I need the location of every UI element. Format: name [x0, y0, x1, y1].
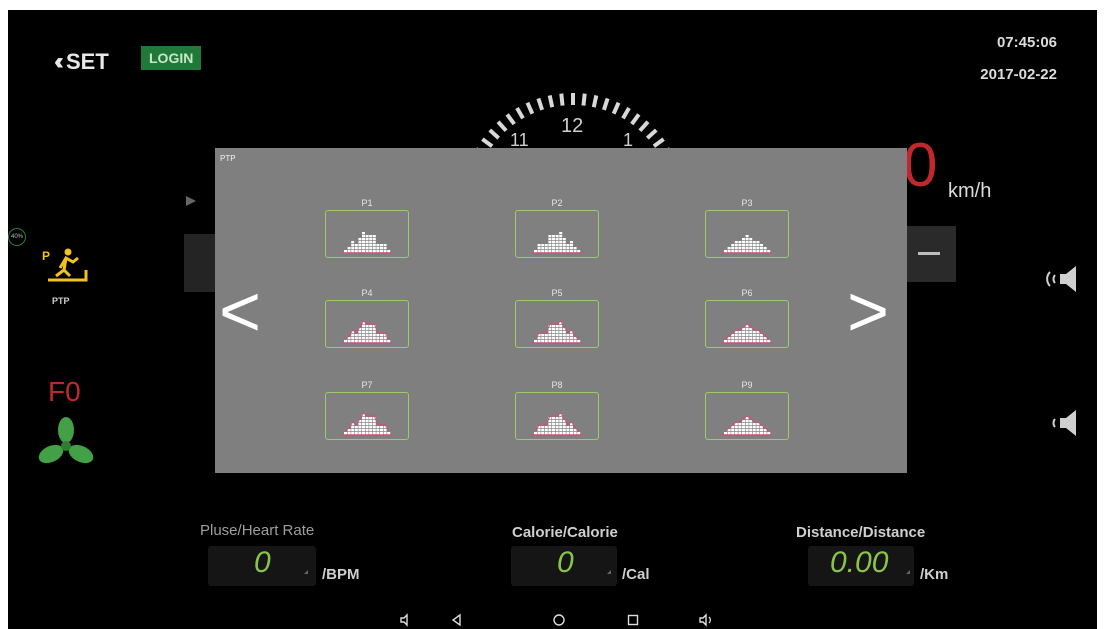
app-screen: ‹‹ SET LOGIN 07:45:06 2017-02-22 11 12 1… [8, 10, 1097, 629]
profile-chart-icon [342, 232, 392, 254]
profile-chart-icon [342, 320, 392, 344]
speed-unit: km/h [948, 180, 992, 202]
distance-label: Distance/Distance [796, 524, 926, 541]
dial-number-1: 1 [623, 130, 633, 150]
double-chevron-left-icon: ‹‹ [54, 48, 64, 75]
program-option-label: P4 [361, 288, 373, 298]
profile-chart-icon [532, 232, 582, 254]
battery-indicator: 40% [8, 228, 26, 246]
profile-chart-icon [722, 235, 772, 254]
heart-rate-value: 0 [254, 546, 271, 579]
set-label: SET [65, 49, 109, 74]
heart-rate-field[interactable]: 0 [208, 546, 316, 586]
fan-level: F0 [48, 376, 81, 407]
program-profile-preview [705, 300, 789, 348]
program-label: PTP [52, 296, 70, 306]
dialog-title: PTP [220, 154, 236, 163]
corner-triangle-icon [304, 570, 308, 574]
profile-chart-icon [722, 323, 772, 344]
program-option-p5[interactable]: P5 [515, 288, 599, 348]
speaker-loud-icon[interactable] [1044, 264, 1084, 294]
fan-icon[interactable] [38, 416, 94, 468]
program-option-p9[interactable]: P9 [705, 380, 789, 440]
program-option-p8[interactable]: P8 [515, 380, 599, 440]
home-icon[interactable] [552, 613, 566, 627]
program-profile-preview [325, 392, 409, 440]
distance-unit: /Km [920, 566, 949, 583]
clock-time: 07:45:06 [996, 34, 1057, 51]
profile-chart-icon [342, 412, 392, 436]
speaker-soft-icon[interactable] [1044, 408, 1084, 438]
program-option-label: P6 [741, 288, 753, 298]
program-option-label: P7 [361, 380, 373, 390]
set-button[interactable]: ‹‹ SET [54, 48, 109, 76]
speed-decrease-button[interactable] [904, 226, 956, 282]
program-option-label: P1 [361, 198, 373, 208]
corner-triangle-icon [607, 570, 611, 574]
program-option-label: P8 [551, 380, 563, 390]
speed-value: 0 [903, 131, 938, 200]
program-option-label: P9 [741, 380, 753, 390]
login-button[interactable]: LOGIN [141, 46, 202, 70]
profile-chart-icon [532, 412, 582, 436]
program-profile-preview [325, 210, 409, 258]
prev-page-arrow-icon[interactable]: < [219, 276, 261, 348]
heart-rate-unit: /BPM [322, 566, 360, 583]
program-profile-preview [705, 392, 789, 440]
volume-up-icon[interactable] [698, 613, 714, 627]
dial-number-12: 12 [561, 115, 583, 137]
svg-text:P: P [42, 249, 50, 263]
calorie-unit: /Cal [622, 566, 650, 583]
calorie-value: 0 [557, 546, 574, 579]
calorie-label: Calorie/Calorie [512, 524, 618, 541]
distance-value: 0.00 [830, 546, 889, 579]
program-option-p3[interactable]: P3 [705, 198, 789, 258]
next-page-arrow-icon[interactable]: > [847, 276, 889, 348]
program-profile-preview [515, 392, 599, 440]
program-option-p7[interactable]: P7 [325, 380, 409, 440]
program-option-p1[interactable]: P1 [325, 198, 409, 258]
volume-down-icon[interactable] [398, 613, 412, 627]
back-icon[interactable] [450, 613, 464, 627]
treadmill-runner-icon[interactable]: P [42, 246, 92, 286]
program-profile-preview [325, 300, 409, 348]
dial-number-11: 11 [510, 130, 529, 150]
profile-chart-icon [722, 415, 772, 436]
program-option-label: P5 [551, 288, 563, 298]
triangle-marker-icon [186, 196, 196, 206]
calorie-field[interactable]: 0 [511, 546, 617, 586]
program-option-p6[interactable]: P6 [705, 288, 789, 348]
program-profile-preview [515, 210, 599, 258]
program-option-p4[interactable]: P4 [325, 288, 409, 348]
clock-date: 2017-02-22 [980, 66, 1057, 83]
program-profile-preview [515, 300, 599, 348]
corner-triangle-icon [906, 570, 910, 574]
program-option-label: P2 [551, 198, 563, 208]
recents-icon[interactable] [626, 613, 640, 627]
program-select-dialog: PTP < > P1 P2 P3 P4 P5 P6 P7 P8 P9 [215, 148, 907, 473]
program-option-p2[interactable]: P2 [515, 198, 599, 258]
profile-chart-icon [532, 320, 582, 344]
incline-decrease-button[interactable] [184, 234, 216, 292]
program-option-label: P3 [741, 198, 753, 208]
heart-rate-label: Pluse/Heart Rate [200, 522, 315, 539]
program-profile-preview [705, 210, 789, 258]
distance-field[interactable]: 0.00 [808, 546, 914, 586]
